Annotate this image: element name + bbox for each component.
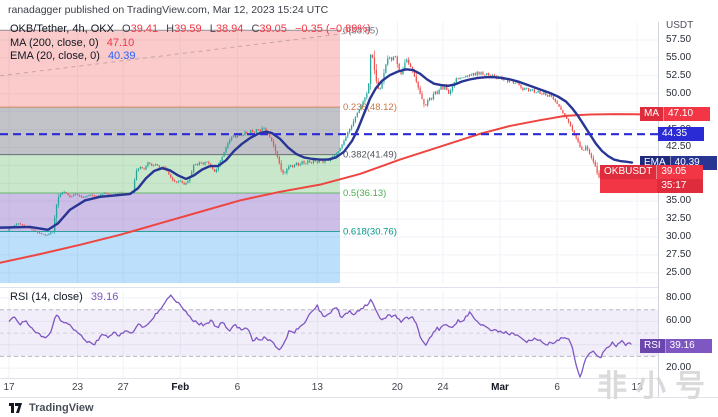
ema-legend-row[interactable]: EMA (20, close, 0) 40.39: [10, 50, 371, 64]
time-tick-label: 27: [106, 382, 140, 393]
price-tick-label: 27.50: [666, 249, 691, 260]
time-tick-label: 6: [220, 382, 254, 393]
open-value: 39.41: [131, 23, 159, 35]
rsi-axis-label: RSI 39.16: [640, 339, 712, 353]
price-tick-label: 32.50: [666, 213, 691, 224]
price-tick-label: 50.00: [666, 88, 691, 99]
price-tick-label: 52.50: [666, 70, 691, 81]
bar-countdown: 35:17: [657, 179, 703, 193]
rsi-legend-row[interactable]: RSI (14, close) 39.16: [10, 291, 118, 303]
time-tick-label: 13: [620, 382, 654, 393]
ma-indicator-label: MA (200, close, 0): [10, 37, 99, 49]
fib-level-label: 0.382(41.49): [343, 150, 397, 161]
time-tick-label: 17: [0, 382, 26, 393]
symbol-title: OKB/Tether, 4h, OKX: [10, 23, 114, 35]
high-value: 39.59: [174, 23, 202, 35]
time-tick-label: Feb: [163, 382, 197, 393]
pane-divider[interactable]: [0, 287, 718, 288]
ema-indicator-label: EMA (20, close, 0): [10, 50, 100, 62]
change-value: −0.35 (−0.89%): [295, 23, 371, 35]
price-tick-label: 42.50: [666, 141, 691, 152]
symbol-axis-tag: OKBUSDT: [600, 165, 657, 179]
close-value: 39.05: [259, 23, 287, 35]
ma-indicator-value: 47.10: [107, 37, 135, 49]
ma-legend-row[interactable]: MA (200, close, 0) 47.10: [10, 37, 371, 51]
time-tick-label: 13: [300, 382, 334, 393]
horizontal-level-axis-label: 44.35: [658, 127, 704, 141]
rsi-tick-label: 80.00: [666, 292, 691, 303]
tradingview-chart-screenshot: ranadagger published on TradingView.com,…: [0, 0, 718, 417]
axis-unit-label: USDT: [666, 20, 693, 31]
price-tick-label: 25.00: [666, 267, 691, 278]
open-label: O: [122, 23, 131, 35]
rsi-pane[interactable]: [0, 290, 658, 378]
ma-axis-label: MA 47.10: [640, 107, 710, 121]
rsi-axis-value: 39.16: [666, 339, 712, 353]
chart-legend: OKB/Tether, 4h, OKX O39.41 H39.59 L38.94…: [10, 23, 371, 64]
last-price-axis-label: OKBUSDT 39.05 35:17: [600, 165, 703, 193]
tradingview-brand-text: TradingView: [29, 402, 94, 414]
price-tick-label: 55.00: [666, 52, 691, 63]
rsi-indicator-label: RSI (14, close): [10, 291, 83, 303]
time-tick-label: 24: [426, 382, 460, 393]
rsi-tick-label: 60.00: [666, 315, 691, 326]
rsi-chart-canvas[interactable]: [0, 290, 658, 378]
price-tick-label: 30.00: [666, 231, 691, 242]
last-price-axis-value: 39.05: [657, 165, 703, 179]
price-tick-label: 57.50: [666, 34, 691, 45]
publish-byline: ranadagger published on TradingView.com,…: [8, 4, 328, 16]
ma-axis-tag: MA: [640, 107, 664, 121]
rsi-axis-tag: RSI: [640, 339, 666, 353]
rsi-tick-label: 20.00: [666, 362, 691, 373]
time-tick-label: Mar: [483, 382, 517, 393]
ma-axis-value: 47.10: [664, 107, 710, 121]
time-axis[interactable]: 17 23 27 Feb 6 13 20 24 Mar 6 13: [0, 378, 718, 398]
fib-level-label: 0.618(30.76): [343, 227, 397, 238]
ema-indicator-value: 40.39: [108, 50, 136, 62]
time-tick-label: 23: [61, 382, 95, 393]
rsi-indicator-value: 39.16: [91, 291, 119, 303]
level-axis-value: 44.35: [658, 127, 704, 141]
time-tick-label: 20: [380, 382, 414, 393]
tradingview-logo-icon: [9, 403, 23, 413]
attribution-bar: TradingView: [0, 397, 718, 417]
fib-level-label: 0.5(36.13): [343, 188, 386, 199]
fib-level-label: 0.236(48.12): [343, 102, 397, 113]
low-value: 38.94: [216, 23, 244, 35]
symbol-legend-row[interactable]: OKB/Tether, 4h, OKX O39.41 H39.59 L38.94…: [10, 23, 371, 37]
high-label: H: [166, 23, 174, 35]
price-tick-label: 35.00: [666, 195, 691, 206]
time-tick-label: 6: [540, 382, 574, 393]
